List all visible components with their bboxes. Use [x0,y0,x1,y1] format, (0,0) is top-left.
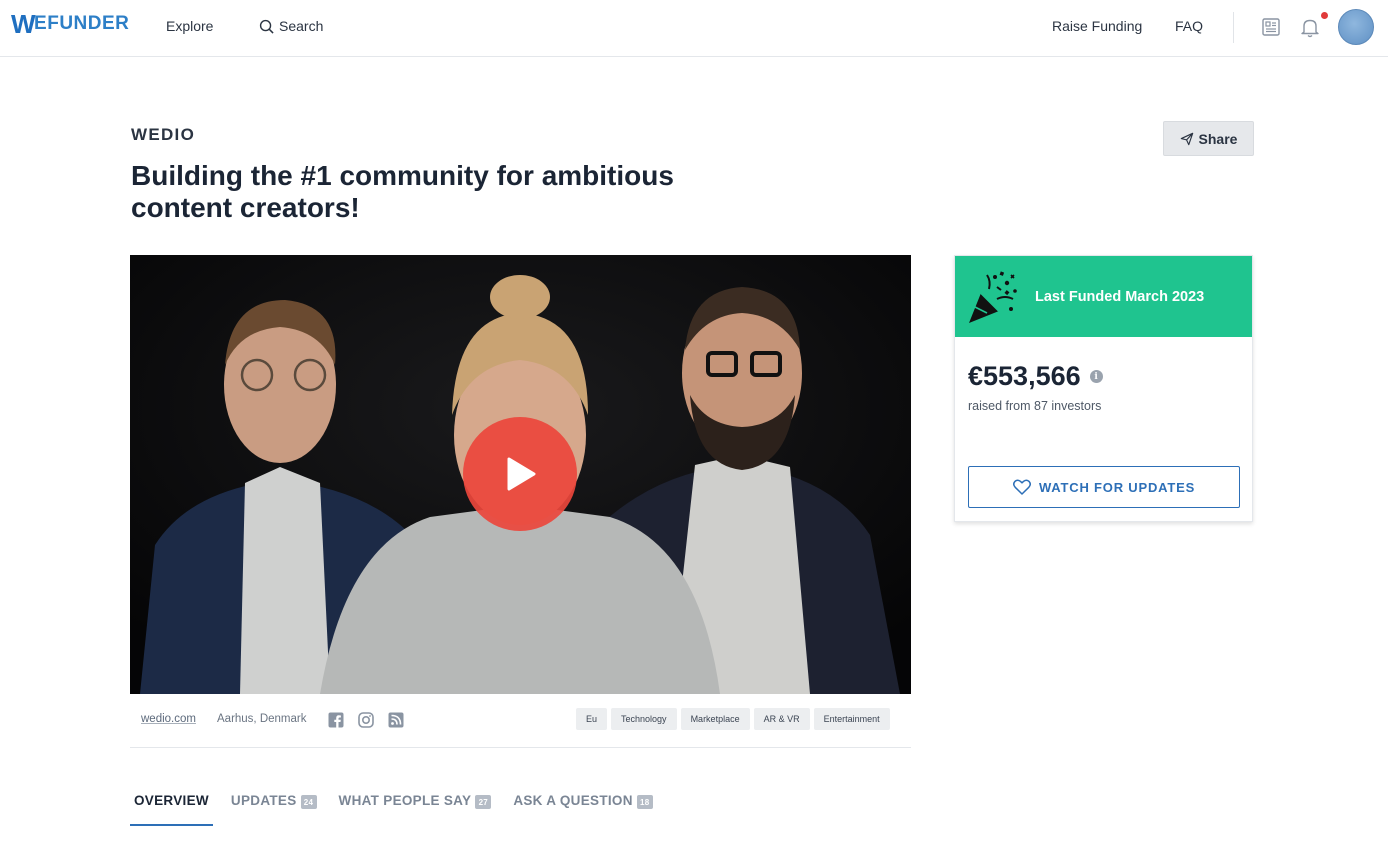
play-button[interactable] [463,417,577,531]
company-tagline: Building the #1 community for ambitious … [131,160,674,223]
search-icon [259,19,274,34]
funding-card: Last Funded March 2023 €553,566 i raised… [954,255,1253,522]
funding-banner: Last Funded March 2023 [955,256,1252,337]
tag-marketplace[interactable]: Marketplace [680,708,750,730]
divider [130,747,911,748]
tab-what-people-say[interactable]: WHAT PEOPLE SAY 27 [335,790,496,826]
tab-count-badge: 24 [300,795,317,809]
share-label: Share [1198,130,1238,147]
facebook-icon[interactable] [328,712,344,728]
nav-search-label: Search [279,18,324,34]
send-icon [1180,132,1193,145]
investor-count: raised from 87 investors [968,399,1102,413]
funding-status: Last Funded March 2023 [1035,288,1205,305]
nav-search-button[interactable]: Search [259,18,323,34]
top-navbar: W EFUNDER Explore Search Raise Funding F… [0,0,1388,57]
nav-raise-funding-link[interactable]: Raise Funding [1052,18,1142,34]
rss-icon[interactable] [388,712,404,728]
watch-label: WATCH FOR UPDATES [1038,479,1196,495]
tab-count-badge: 27 [475,795,492,809]
tab-ask-a-question[interactable]: ASK A QUESTION 18 [509,790,656,826]
heart-icon [1012,479,1031,495]
company-name: WEDIO [131,125,196,144]
location-text: Aarhus, Denmark [217,713,307,725]
wefunder-logo[interactable]: W EFUNDER [11,8,130,39]
logo-initial: W [11,8,37,39]
tab-label: WHAT PEOPLE SAY [338,793,472,808]
company-meta-row: wedio.com Aarhus, Denmark Eu Technology … [130,705,911,735]
share-button[interactable]: Share [1163,121,1254,156]
tag-ar-vr[interactable]: AR & VR [753,708,810,730]
nav-explore-link[interactable]: Explore [166,18,213,34]
notification-dot [1321,12,1328,19]
amount-raised: €553,566 [968,361,1081,391]
watch-for-updates-button[interactable]: WATCH FOR UPDATES [968,466,1240,508]
nav-faq-link[interactable]: FAQ [1175,18,1203,34]
nav-divider [1233,12,1234,43]
tag-eu[interactable]: Eu [576,708,608,730]
tag-list: Eu Technology Marketplace AR & VR Entert… [576,708,890,730]
amount-row: €553,566 i [968,361,1103,392]
newspaper-icon[interactable] [1260,16,1282,38]
bell-icon[interactable] [1299,16,1321,38]
tab-overview[interactable]: OVERVIEW [130,790,213,826]
website-link[interactable]: wedio.com [141,713,196,725]
section-tabs: OVERVIEW UPDATES 24 WHAT PEOPLE SAY 27 A… [130,790,671,826]
logo-text: EFUNDER [34,13,130,34]
tab-updates[interactable]: UPDATES 24 [227,790,321,826]
play-icon [507,457,536,491]
user-avatar[interactable] [1338,9,1374,45]
tag-entertainment[interactable]: Entertainment [813,708,890,730]
party-popper-icon [969,270,1017,323]
info-icon[interactable]: i [1089,370,1103,383]
tag-technology[interactable]: Technology [611,708,677,730]
tab-label: ASK A QUESTION [513,793,633,808]
instagram-icon[interactable] [358,712,374,728]
tab-count-badge: 18 [636,795,653,809]
tab-label: OVERVIEW [134,793,209,808]
pitch-video[interactable] [130,255,911,694]
tab-label: UPDATES [230,793,297,808]
